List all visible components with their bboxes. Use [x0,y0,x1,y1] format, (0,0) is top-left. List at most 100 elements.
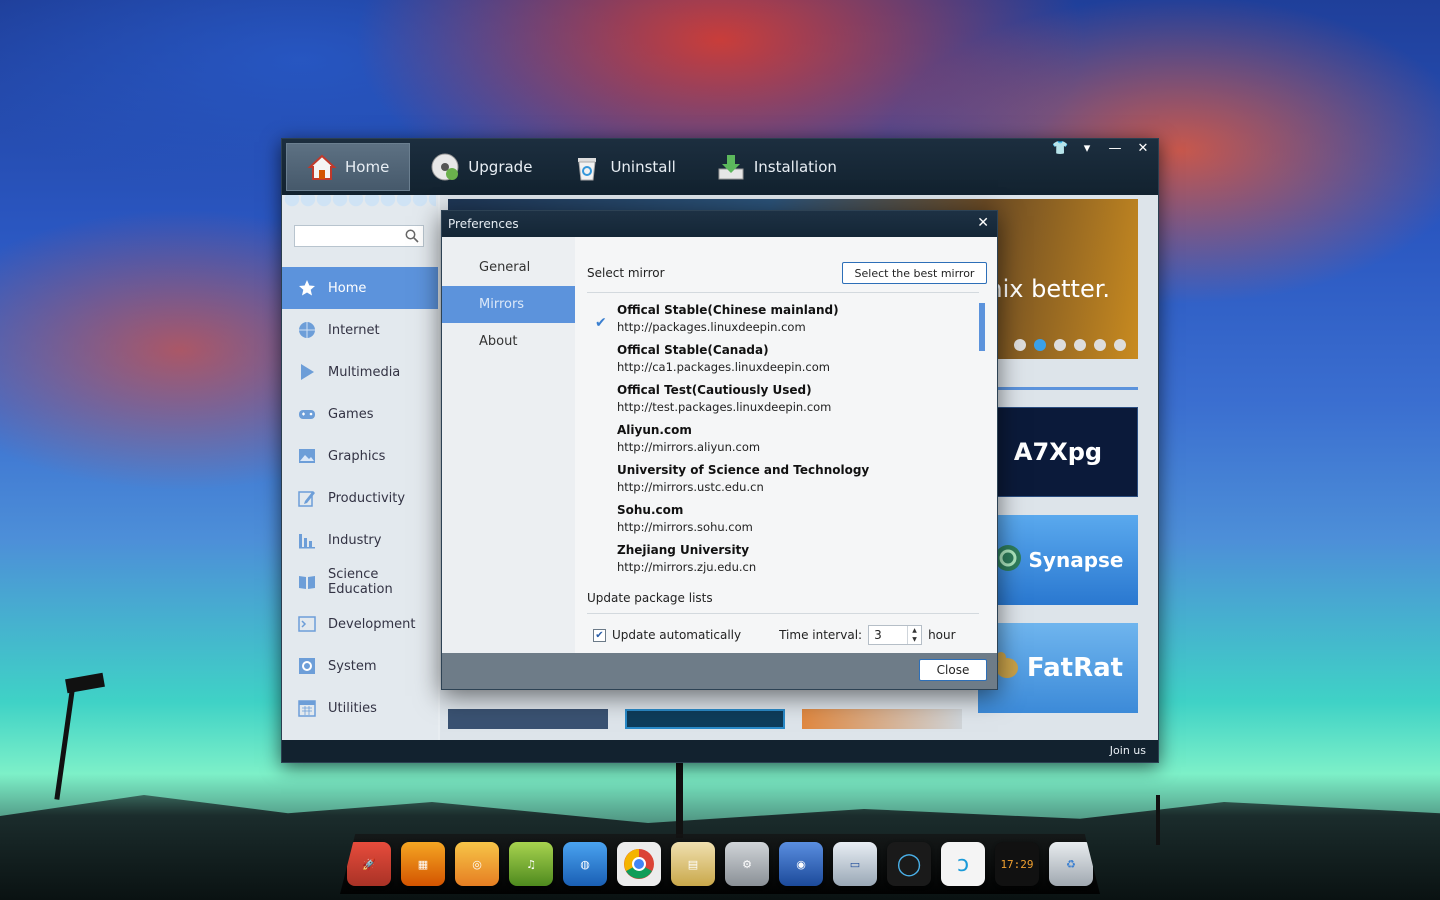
sidebar-item-utilities[interactable]: Utilities [282,687,438,729]
statusbar: Join us [282,740,1158,762]
rocket-icon[interactable]: 🚀 [347,842,391,886]
banner-pagination [1014,339,1126,351]
sidebar-item-science-education[interactable]: Science Education [282,561,438,603]
update-row: ✔ Update automatically Time interval: 3 … [593,625,956,645]
nav-mirrors[interactable]: Mirrors [442,286,575,323]
sidebar-item-industry[interactable]: Industry [282,519,438,561]
sidebar-decoration [284,195,436,211]
banner-dot[interactable] [1054,339,1066,351]
update-auto-checkbox[interactable]: ✔ [593,628,606,642]
sidebar-item-multimedia[interactable]: Multimedia [282,351,438,393]
mirror-item[interactable]: Sohu.com http://mirrors.sohu.com [595,503,975,543]
tile-label: A7Xpg [1013,438,1103,466]
spiral-icon[interactable]: ◎ [455,842,499,886]
spin-arrows-icon[interactable]: ▲ ▼ [907,626,921,644]
divider [587,613,979,614]
file-manager-icon[interactable]: ▤ [671,842,715,886]
app-tile-synapse[interactable]: Synapse [978,515,1138,605]
sidebar-item-internet[interactable]: Internet [282,309,438,351]
banner-dot[interactable] [1094,339,1106,351]
nav-about[interactable]: About [442,323,575,360]
mirror-item[interactable]: Offical Stable(Canada) http://ca1.packag… [595,343,975,383]
dialog-footer: Close [442,653,997,689]
banner-dot[interactable] [1114,339,1126,351]
earth-icon[interactable]: ◉ [779,842,823,886]
circle-icon[interactable]: ◯ [887,842,931,886]
skin-icon[interactable]: 👕 [1052,141,1068,156]
sidebar-item-label: Development [328,616,416,632]
close-button[interactable]: Close [919,659,987,681]
music-icon[interactable]: ♫ [509,842,553,886]
calendar-icon [298,699,316,717]
menu-icon[interactable]: ▾ [1080,141,1094,156]
clock-icon[interactable]: 17:29 [995,842,1039,886]
interval-spinbox[interactable]: 3 ▲ ▼ [868,625,923,645]
mirror-item[interactable]: ✔ Offical Stable(Chinese mainland) http:… [595,303,975,343]
close-icon[interactable]: ✕ [1136,141,1150,156]
sidebar-item-games[interactable]: Games [282,393,438,435]
app-thumbnail[interactable] [802,709,962,729]
house-icon [307,152,337,182]
gear-icon [298,657,316,675]
globe-browser-icon[interactable]: ◍ [563,842,607,886]
settings-icon[interactable]: ⚙ [725,842,769,886]
mirror-url: http://mirrors.zju.edu.cn [617,560,757,574]
sidebar-item-label: Home [328,280,367,296]
presentation-icon[interactable]: ▦ [401,842,445,886]
dock: 🚀 ▦ ◎ ♫ ◍ ▤ ⚙ ◉ ▭ ◯ ↄ 17:29 ♻ [340,834,1100,894]
chrome-icon[interactable] [617,842,661,886]
mirror-url: http://mirrors.ustc.edu.cn [617,480,764,494]
tab-installation[interactable]: Installation [696,143,857,191]
globe-icon [298,321,316,339]
scrollbar-thumb[interactable] [979,303,985,351]
deepin-music-icon[interactable]: ↄ [941,842,985,886]
app-thumbnail[interactable] [448,709,608,729]
trash-icon[interactable]: ♻ [1049,842,1093,886]
drive-icon[interactable]: ▭ [833,842,877,886]
category-sidebar: Home Internet Multimedia Games Graphics … [282,195,438,740]
street-pole [676,763,683,838]
minimize-icon[interactable]: — [1108,141,1122,156]
mirror-name: Zhejiang University [617,543,750,557]
banner-text: nix better. [987,275,1110,303]
tab-label: Home [345,158,390,176]
sidebar-item-graphics[interactable]: Graphics [282,435,438,477]
update-section-label: Update package lists [587,591,713,605]
sidebar-item-home[interactable]: Home [282,267,438,309]
mirror-url: http://ca1.packages.linuxdeepin.com [617,360,830,374]
banner-dot[interactable] [1074,339,1086,351]
tab-uninstall[interactable]: Uninstall [552,143,695,191]
mirror-item[interactable]: Aliyun.com http://mirrors.aliyun.com [595,423,975,463]
search-input[interactable] [294,225,424,247]
dialog-title: Preferences [448,217,519,231]
app-thumbnail[interactable] [625,709,785,729]
sidebar-item-label: Games [328,406,374,422]
app-tile-fatrat[interactable]: FatRat [978,623,1138,713]
sidebar-item-development[interactable]: Development [282,603,438,645]
street-lamp-head [65,672,105,694]
tab-home[interactable]: Home [286,143,411,191]
select-best-mirror-button[interactable]: Select the best mirror [842,262,987,284]
mirror-item[interactable]: University of Science and Technology htt… [595,463,975,503]
play-icon [298,363,316,381]
sidebar-item-productivity[interactable]: Productivity [282,477,438,519]
app-tile-a7xpg[interactable]: A7Xpg [978,407,1138,497]
join-us-link[interactable]: Join us [1110,744,1146,757]
tab-label: Upgrade [468,158,533,176]
close-icon[interactable]: ✕ [977,215,989,231]
mirror-item[interactable]: Zhejiang University http://mirrors.zju.e… [595,543,975,583]
recycle-bin-icon [572,152,602,182]
book-icon [298,573,316,591]
banner-dot-active[interactable] [1034,339,1046,351]
window-controls: 👕 ▾ — ✕ [1052,141,1150,156]
banner-dot[interactable] [1014,339,1026,351]
search-icon[interactable] [405,229,419,243]
sidebar-item-label: Industry [328,532,382,548]
mirror-item[interactable]: Offical Test(Cautiously Used) http://tes… [595,383,975,423]
bar-chart-icon [298,531,316,549]
sidebar-item-system[interactable]: System [282,645,438,687]
mirror-url: http://mirrors.aliyun.com [617,440,761,454]
tab-upgrade[interactable]: Upgrade [410,143,552,191]
nav-general[interactable]: General [442,249,575,286]
mirror-name: Offical Stable(Chinese mainland) [617,303,839,317]
